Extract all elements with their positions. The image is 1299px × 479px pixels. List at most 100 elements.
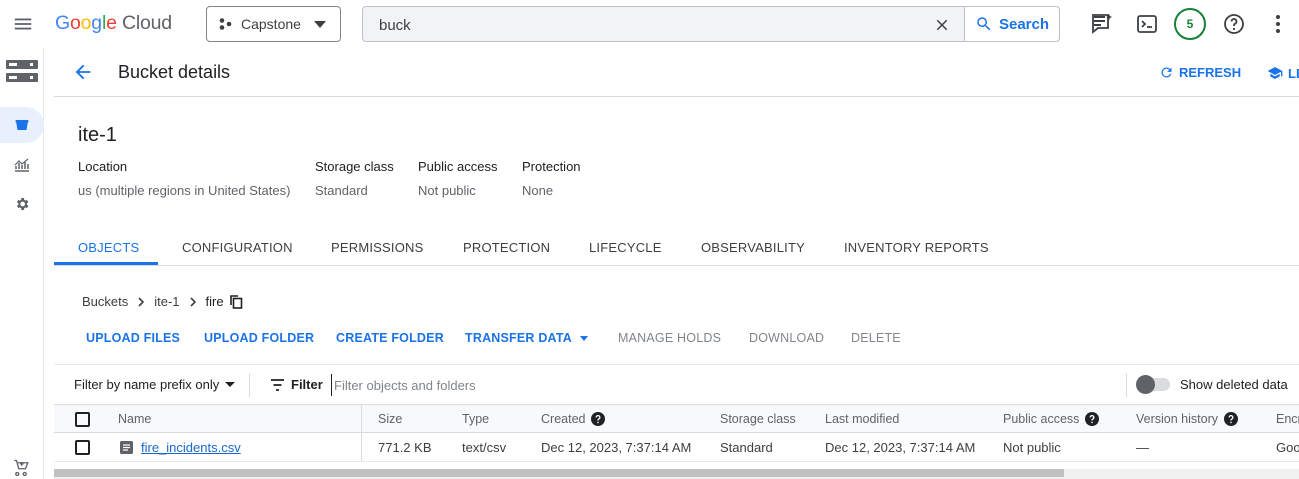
meta-value-location: us (multiple regions in United States) [78,183,291,198]
transfer-data-button[interactable]: TRANSFER DATA [465,331,588,345]
column-header-last-modified[interactable]: Last modified [825,412,899,426]
divider [1126,373,1127,397]
column-header-size[interactable]: Size [378,412,402,426]
filter-prefix-dropdown[interactable]: Filter by name prefix only [74,377,236,392]
tab-permissions[interactable]: PERMISSIONS [331,240,424,255]
tab-observability[interactable]: OBSERVABILITY [701,240,805,255]
bucket-name: ite-1 [78,124,117,146]
logo-cloud-text: Cloud [121,12,172,34]
google-cloud-logo[interactable]: Google Cloud [55,12,172,35]
column-label: Size [378,412,403,426]
menu-icon[interactable] [12,13,34,35]
toggle-knob [1136,375,1155,394]
object-name-link[interactable]: fire_incidents.csv [141,440,241,455]
upload-files-button[interactable]: UPLOAD FILES [86,331,180,345]
search-icon [977,17,991,31]
breadcrumb-folder: fire [205,294,224,309]
download-button[interactable]: DOWNLOAD [749,331,824,345]
meta-value-storage-class: Standard [315,183,368,198]
notifications-icon[interactable] [1090,12,1114,36]
nav-settings[interactable] [0,186,44,222]
column-header-created[interactable]: Created [541,412,606,426]
help-circle-icon[interactable] [1085,412,1100,426]
help-circle-icon[interactable] [591,412,606,426]
nav-monitoring[interactable] [0,147,44,183]
search-button-label: Search [998,15,1050,33]
horizontal-scrollbar-thumb[interactable] [54,469,1064,477]
chevron-down-icon [314,21,326,28]
caret-down-icon [580,336,588,342]
avatar[interactable]: 5 [1174,8,1206,40]
object-storage-class: Standard [720,440,773,455]
search-bar: Search [362,6,1060,42]
show-deleted-label: Show deleted data [1180,377,1288,392]
column-label: Version history [1136,412,1218,426]
help-icon[interactable] [1222,12,1246,36]
filter-icon [271,379,284,391]
tab-bar: OBJECTS CONFIGURATION PERMISSIONS PROTEC… [54,228,1299,266]
help-circle-icon[interactable] [1223,412,1238,426]
breadcrumb-buckets[interactable]: Buckets [82,294,128,309]
caret-down-icon [225,382,236,387]
refresh-button[interactable]: REFRESH [1159,65,1241,80]
breadcrumb-bucket[interactable]: ite-1 [154,294,179,309]
logo-letter: g [91,12,102,34]
back-arrow-icon[interactable] [72,61,94,83]
select-all-checkbox[interactable] [75,412,90,427]
manage-holds-button[interactable]: MANAGE HOLDS [618,331,721,345]
column-label: Last modified [825,412,900,426]
column-header-type[interactable]: Type [462,412,489,426]
column-label: Name [118,412,152,426]
search-input[interactable] [379,15,919,35]
meta-label-location: Location [78,159,128,174]
chevron-right-icon [138,296,145,307]
tab-objects[interactable]: OBJECTS [78,240,139,255]
active-tab-indicator [54,262,158,265]
storage-product-icon[interactable] [6,58,38,84]
upload-folder-button[interactable]: UPLOAD FOLDER [204,331,314,345]
cloud-shell-icon[interactable] [1135,12,1159,36]
chevron-right-icon [189,296,196,307]
delete-button[interactable]: DELETE [851,331,901,345]
show-deleted-toggle[interactable] [1136,375,1172,394]
breadcrumb: Buckets ite-1 fire [82,294,243,309]
logo-letter: e [106,12,117,34]
column-header-encryption[interactable]: Encr [1276,412,1299,426]
marketplace-cart-icon[interactable] [12,459,30,477]
tab-lifecycle[interactable]: LIFECYCLE [589,240,662,255]
column-header-version-history[interactable]: Version history [1136,412,1238,426]
filter-prefix-label: Filter by name prefix only [74,377,220,392]
filter-input[interactable] [331,374,1031,396]
bucket-icon [15,120,29,130]
project-icon [219,18,232,30]
object-created: Dec 12, 2023, 7:37:14 AM [541,440,692,455]
nav-buckets[interactable] [0,107,44,143]
row-checkbox[interactable] [75,440,90,455]
tab-inventory-reports[interactable]: INVENTORY REPORTS [844,240,989,255]
column-header-storage-class[interactable]: Storage class [720,412,796,426]
project-selector[interactable]: Capstone [206,6,341,42]
table-row[interactable]: fire_incidents.csv 771.2 KB text/csv Dec… [54,433,1299,462]
refresh-label: REFRESH [1179,65,1242,80]
column-header-public-access[interactable]: Public access [1003,412,1100,426]
column-label: Storage class [720,412,796,426]
create-folder-button[interactable]: CREATE FOLDER [336,331,444,345]
tab-configuration[interactable]: CONFIGURATION [182,240,293,255]
search-button[interactable]: Search [964,7,1059,41]
tab-protection[interactable]: PROTECTION [463,240,550,255]
logo-letter: o [69,12,81,34]
more-vert-icon[interactable] [1266,12,1290,36]
meta-label-protection: Protection [522,159,581,174]
learn-button[interactable]: LE [1267,65,1299,81]
clear-icon[interactable] [933,16,951,34]
copy-icon[interactable] [229,294,243,309]
filter-label: Filter [291,377,323,392]
meta-label-public-access: Public access [418,159,498,174]
column-label: Type [462,412,490,426]
project-name: Capstone [241,16,301,32]
left-nav [0,48,44,479]
transfer-data-label: TRANSFER DATA [465,331,572,345]
file-icon [120,441,133,454]
object-version-history: — [1136,440,1149,455]
column-header-name[interactable]: Name [118,412,151,426]
